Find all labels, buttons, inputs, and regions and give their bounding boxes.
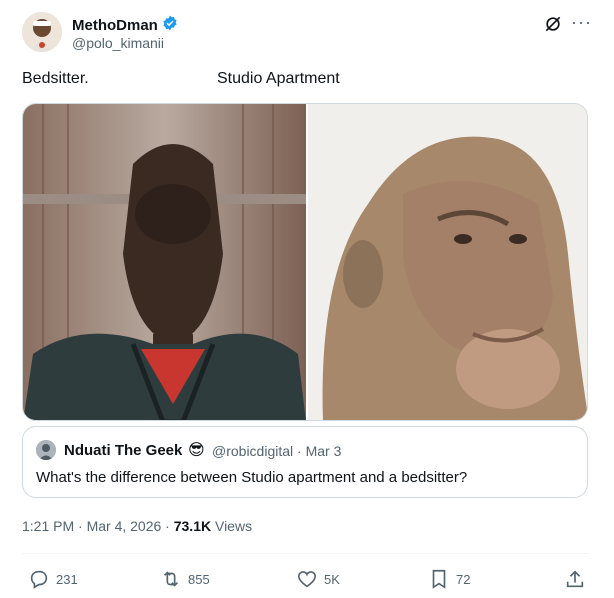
photo-monkey[interactable] bbox=[308, 104, 587, 420]
caption-right: Studio Apartment bbox=[217, 70, 340, 87]
views-label: Views bbox=[211, 518, 253, 534]
bookmark-icon bbox=[432, 569, 446, 589]
divider bbox=[22, 553, 588, 554]
like-button[interactable]: 5K bbox=[296, 567, 340, 591]
quoted-name[interactable]: Nduati The Geek bbox=[64, 442, 182, 459]
photo-man[interactable] bbox=[23, 104, 306, 420]
verified-badge-icon bbox=[162, 15, 178, 35]
reply-icon bbox=[30, 570, 48, 589]
repost-icon bbox=[163, 571, 179, 587]
sunglasses-emoji-icon: 😎 bbox=[188, 442, 205, 459]
post-meta: 1:21 PM · Mar 4, 2026 · 73.1K Views bbox=[22, 518, 252, 534]
caption-left: Bedsitter. bbox=[22, 70, 89, 87]
views-count: 73.1K bbox=[173, 518, 212, 534]
quoted-handle-date[interactable]: @robicdigital · Mar 3 bbox=[212, 443, 341, 459]
bookmark-count: 72 bbox=[456, 571, 471, 587]
grok-icon[interactable] bbox=[543, 14, 563, 34]
quoted-post[interactable]: Nduati The Geek 😎 @robicdigital · Mar 3 … bbox=[22, 426, 588, 498]
media-grid[interactable] bbox=[22, 103, 588, 421]
repost-button[interactable]: 855 bbox=[160, 567, 210, 591]
quoted-avatar[interactable] bbox=[36, 440, 56, 460]
author-name-row[interactable]: MethoDman bbox=[72, 15, 178, 35]
like-count: 5K bbox=[324, 571, 340, 587]
share-button[interactable] bbox=[564, 567, 586, 591]
quoted-text: What's the difference between Studio apa… bbox=[36, 469, 468, 486]
author-handle[interactable]: @polo_kimanii bbox=[72, 35, 164, 51]
bookmark-button[interactable]: 72 bbox=[428, 567, 470, 591]
share-icon bbox=[566, 570, 584, 588]
more-options-icon[interactable]: ··· bbox=[571, 12, 592, 33]
post-timestamp[interactable]: 1:21 PM · Mar 4, 2026 · bbox=[22, 518, 174, 534]
author-avatar[interactable] bbox=[22, 12, 62, 52]
author-name[interactable]: MethoDman bbox=[72, 17, 158, 34]
repost-count: 855 bbox=[188, 571, 210, 587]
reply-button[interactable]: 231 bbox=[28, 567, 78, 591]
heart-icon bbox=[297, 571, 317, 588]
reply-count: 231 bbox=[56, 571, 78, 587]
